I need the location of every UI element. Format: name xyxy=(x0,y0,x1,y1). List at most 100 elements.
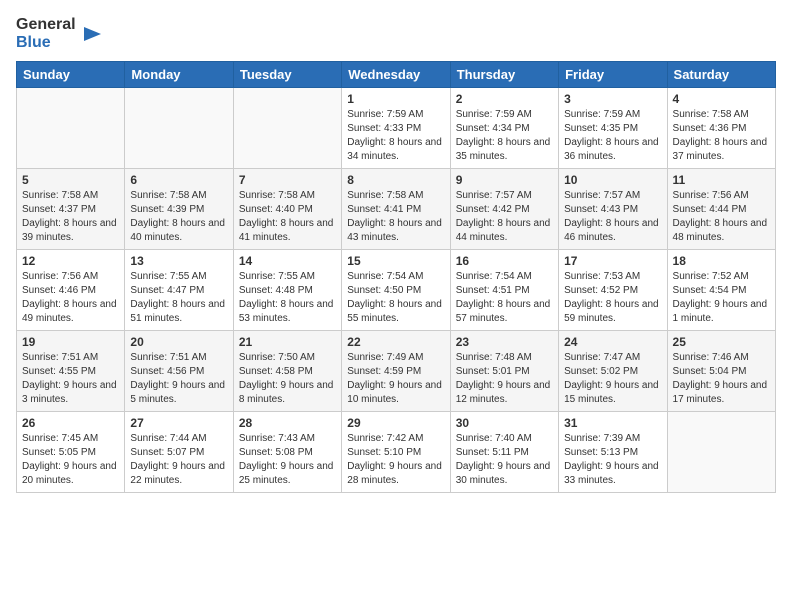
day-number: 1 xyxy=(347,92,444,106)
day-cell xyxy=(233,88,341,169)
day-info: Sunrise: 7:58 AMSunset: 4:41 PMDaylight:… xyxy=(347,189,444,245)
week-row-2: 5 Sunrise: 7:58 AMSunset: 4:37 PMDaylight… xyxy=(17,169,776,250)
day-cell: 5 Sunrise: 7:58 AMSunset: 4:37 PMDaylight… xyxy=(17,169,125,250)
day-info: Sunrise: 7:44 AMSunset: 5:07 PMDaylight:… xyxy=(130,432,227,488)
day-cell: 30 Sunrise: 7:40 AMSunset: 5:11 PMDayligh… xyxy=(450,412,558,493)
day-info: Sunrise: 7:51 AMSunset: 4:55 PMDaylight:… xyxy=(22,351,119,407)
day-cell: 4 Sunrise: 7:58 AMSunset: 4:36 PMDaylight… xyxy=(667,88,775,169)
day-info: Sunrise: 7:59 AMSunset: 4:35 PMDaylight:… xyxy=(564,108,661,164)
weekday-header-friday: Friday xyxy=(559,62,667,88)
day-info: Sunrise: 7:39 AMSunset: 5:13 PMDaylight:… xyxy=(564,432,661,488)
day-cell xyxy=(17,88,125,169)
day-cell: 20 Sunrise: 7:51 AMSunset: 4:56 PMDayligh… xyxy=(125,331,233,412)
day-info: Sunrise: 7:42 AMSunset: 5:10 PMDaylight:… xyxy=(347,432,444,488)
day-cell: 19 Sunrise: 7:51 AMSunset: 4:55 PMDayligh… xyxy=(17,331,125,412)
logo-blue-text: Blue xyxy=(16,34,76,52)
logo-general-text: General xyxy=(16,16,76,34)
day-info: Sunrise: 7:55 AMSunset: 4:47 PMDaylight:… xyxy=(130,270,227,326)
week-row-5: 26Sunrise: 7:45 AMSunset: 5:05 PMDayligh… xyxy=(17,412,776,493)
day-number: 20 xyxy=(130,335,227,349)
day-number: 7 xyxy=(239,173,336,187)
day-info: Sunrise: 7:40 AMSunset: 5:11 PMDaylight:… xyxy=(456,432,553,488)
day-number: 30 xyxy=(456,416,553,430)
weekday-header-wednesday: Wednesday xyxy=(342,62,450,88)
day-info: Sunrise: 7:50 AMSunset: 4:58 PMDaylight:… xyxy=(239,351,336,407)
day-info: Sunrise: 7:58 AMSunset: 4:39 PMDaylight:… xyxy=(130,189,227,245)
day-number: 22 xyxy=(347,335,444,349)
day-number: 4 xyxy=(673,92,770,106)
day-info: Sunrise: 7:56 AMSunset: 4:46 PMDaylight:… xyxy=(22,270,119,326)
day-cell xyxy=(125,88,233,169)
day-number: 10 xyxy=(564,173,661,187)
day-cell: 18Sunrise: 7:52 AMSunset: 4:54 PMDayligh… xyxy=(667,250,775,331)
day-cell: 6Sunrise: 7:58 AMSunset: 4:39 PMDaylight… xyxy=(125,169,233,250)
day-info: Sunrise: 7:56 AMSunset: 4:44 PMDaylight:… xyxy=(673,189,770,245)
day-number: 23 xyxy=(456,335,553,349)
logo-area: General Blue xyxy=(16,16,101,51)
day-number: 13 xyxy=(130,254,227,268)
page: General Blue SundayMondayTuesdayWednesda… xyxy=(0,0,792,503)
day-number: 16 xyxy=(456,254,553,268)
day-number: 11 xyxy=(673,173,770,187)
day-info: Sunrise: 7:49 AMSunset: 4:59 PMDaylight:… xyxy=(347,351,444,407)
day-number: 8 xyxy=(347,173,444,187)
weekday-header-thursday: Thursday xyxy=(450,62,558,88)
day-number: 17 xyxy=(564,254,661,268)
day-number: 28 xyxy=(239,416,336,430)
day-cell: 2 Sunrise: 7:59 AMSunset: 4:34 PMDaylight… xyxy=(450,88,558,169)
day-info: Sunrise: 7:51 AMSunset: 4:56 PMDaylight:… xyxy=(130,351,227,407)
day-number: 26 xyxy=(22,416,119,430)
day-cell xyxy=(667,412,775,493)
day-number: 14 xyxy=(239,254,336,268)
day-number: 12 xyxy=(22,254,119,268)
day-number: 3 xyxy=(564,92,661,106)
day-cell: 31Sunrise: 7:39 AMSunset: 5:13 PMDayligh… xyxy=(559,412,667,493)
day-number: 27 xyxy=(130,416,227,430)
day-cell: 3 Sunrise: 7:59 AMSunset: 4:35 PMDaylight… xyxy=(559,88,667,169)
day-cell: 22 Sunrise: 7:49 AMSunset: 4:59 PMDayligh… xyxy=(342,331,450,412)
day-number: 24 xyxy=(564,335,661,349)
day-number: 21 xyxy=(239,335,336,349)
day-info: Sunrise: 7:48 AMSunset: 5:01 PMDaylight:… xyxy=(456,351,553,407)
day-cell: 7Sunrise: 7:58 AMSunset: 4:40 PMDaylight… xyxy=(233,169,341,250)
day-info: Sunrise: 7:57 AMSunset: 4:43 PMDaylight:… xyxy=(564,189,661,245)
day-info: Sunrise: 7:43 AMSunset: 5:08 PMDaylight:… xyxy=(239,432,336,488)
week-row-4: 19 Sunrise: 7:51 AMSunset: 4:55 PMDayligh… xyxy=(17,331,776,412)
day-cell: 23 Sunrise: 7:48 AMSunset: 5:01 PMDayligh… xyxy=(450,331,558,412)
day-number: 2 xyxy=(456,92,553,106)
day-number: 29 xyxy=(347,416,444,430)
day-number: 25 xyxy=(673,335,770,349)
day-number: 19 xyxy=(22,335,119,349)
day-info: Sunrise: 7:54 AMSunset: 4:50 PMDaylight:… xyxy=(347,270,444,326)
day-number: 9 xyxy=(456,173,553,187)
day-cell: 21 Sunrise: 7:50 AMSunset: 4:58 PMDayligh… xyxy=(233,331,341,412)
day-cell: 17 Sunrise: 7:53 AMSunset: 4:52 PMDayligh… xyxy=(559,250,667,331)
day-info: Sunrise: 7:47 AMSunset: 5:02 PMDaylight:… xyxy=(564,351,661,407)
week-row-3: 12 Sunrise: 7:56 AMSunset: 4:46 PMDayligh… xyxy=(17,250,776,331)
week-row-1: 1Sunrise: 7:59 AMSunset: 4:33 PMDaylight… xyxy=(17,88,776,169)
weekday-header-monday: Monday xyxy=(125,62,233,88)
day-cell: 8 Sunrise: 7:58 AMSunset: 4:41 PMDaylight… xyxy=(342,169,450,250)
weekday-header-sunday: Sunday xyxy=(17,62,125,88)
header: General Blue xyxy=(16,16,776,51)
day-cell: 27 Sunrise: 7:44 AMSunset: 5:07 PMDayligh… xyxy=(125,412,233,493)
day-number: 15 xyxy=(347,254,444,268)
day-info: Sunrise: 7:58 AMSunset: 4:36 PMDaylight:… xyxy=(673,108,770,164)
day-info: Sunrise: 7:58 AMSunset: 4:37 PMDaylight:… xyxy=(22,189,119,245)
weekday-header-tuesday: Tuesday xyxy=(233,62,341,88)
day-number: 5 xyxy=(22,173,119,187)
day-cell: 16 Sunrise: 7:54 AMSunset: 4:51 PMDayligh… xyxy=(450,250,558,331)
day-info: Sunrise: 7:52 AMSunset: 4:54 PMDaylight:… xyxy=(673,270,770,326)
day-info: Sunrise: 7:53 AMSunset: 4:52 PMDaylight:… xyxy=(564,270,661,326)
day-info: Sunrise: 7:55 AMSunset: 4:48 PMDaylight:… xyxy=(239,270,336,326)
day-cell: 11 Sunrise: 7:56 AMSunset: 4:44 PMDayligh… xyxy=(667,169,775,250)
day-cell: 26Sunrise: 7:45 AMSunset: 5:05 PMDayligh… xyxy=(17,412,125,493)
day-cell: 10 Sunrise: 7:57 AMSunset: 4:43 PMDayligh… xyxy=(559,169,667,250)
day-info: Sunrise: 7:54 AMSunset: 4:51 PMDaylight:… xyxy=(456,270,553,326)
day-cell: 14 Sunrise: 7:55 AMSunset: 4:48 PMDayligh… xyxy=(233,250,341,331)
day-info: Sunrise: 7:59 AMSunset: 4:34 PMDaylight:… xyxy=(456,108,553,164)
day-cell: 13 Sunrise: 7:55 AMSunset: 4:47 PMDayligh… xyxy=(125,250,233,331)
logo-triangle-icon xyxy=(79,23,101,45)
day-info: Sunrise: 7:57 AMSunset: 4:42 PMDaylight:… xyxy=(456,189,553,245)
day-cell: 24 Sunrise: 7:47 AMSunset: 5:02 PMDayligh… xyxy=(559,331,667,412)
